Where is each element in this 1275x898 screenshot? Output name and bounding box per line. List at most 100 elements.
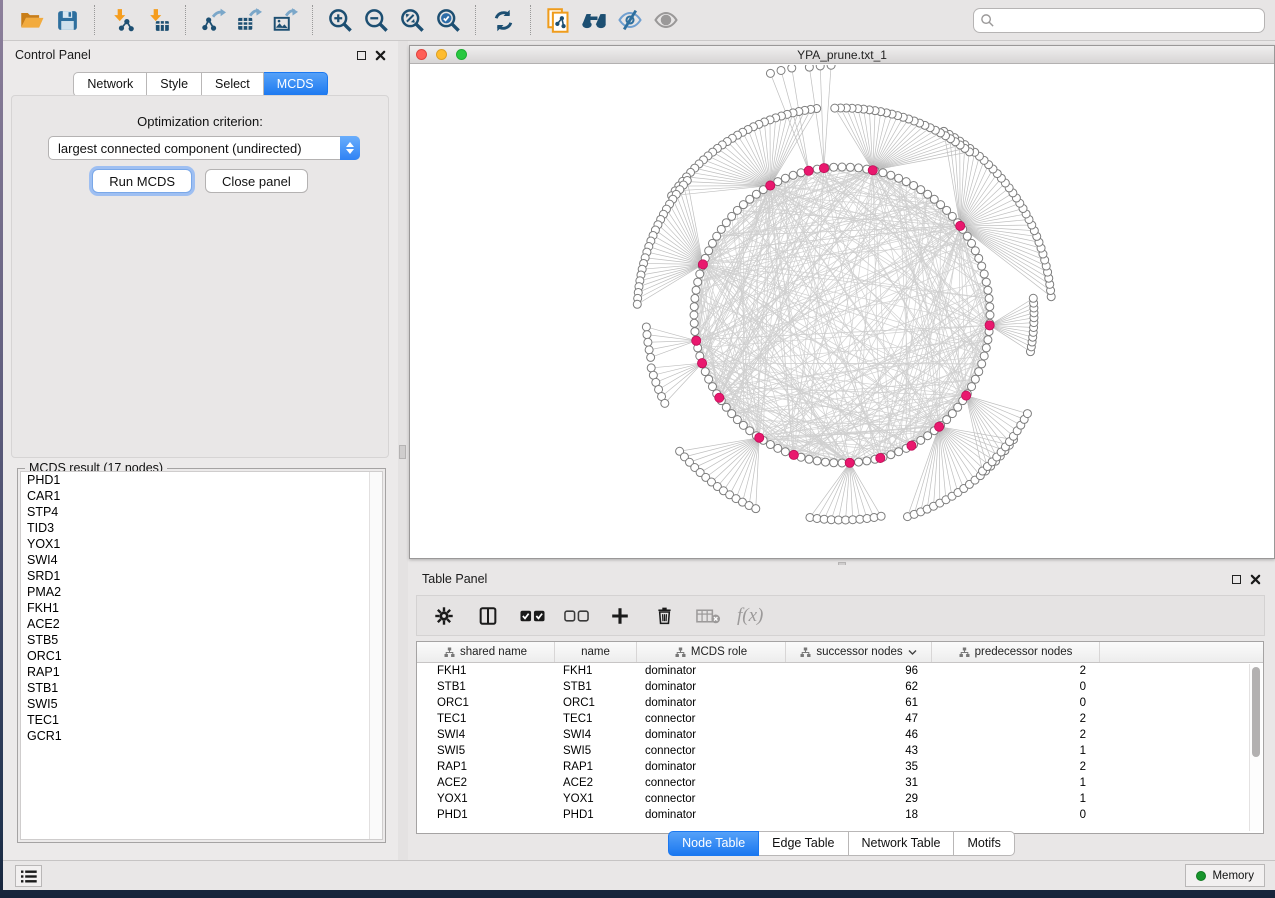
show-columns-icon[interactable] — [473, 601, 503, 631]
mcds-hub-node[interactable] — [698, 260, 707, 269]
zoom-fit-icon[interactable] — [394, 4, 430, 36]
mcds-hub-node[interactable] — [985, 321, 994, 330]
network-view-window[interactable]: YPA_prune.txt_1 — [409, 45, 1275, 559]
delete-column-icon[interactable] — [649, 601, 679, 631]
open-file-icon[interactable] — [13, 4, 49, 36]
table-row[interactable]: TEC1TEC1connector472 — [417, 711, 1263, 727]
table-options-icon[interactable] — [429, 601, 459, 631]
table-row[interactable]: PHD1PHD1dominator180 — [417, 807, 1263, 823]
mcds-result-item[interactable]: ORC1 — [21, 648, 382, 664]
add-column-icon[interactable] — [605, 601, 635, 631]
tab-select[interactable]: Select — [202, 72, 264, 97]
mcds-hub-node[interactable] — [697, 359, 706, 368]
refresh-icon[interactable] — [485, 4, 521, 36]
tab-node-table[interactable]: Node Table — [668, 831, 759, 856]
mcds-hub-node[interactable] — [934, 422, 943, 431]
mcds-hub-node[interactable] — [766, 181, 775, 190]
show-all-icon[interactable] — [648, 4, 684, 36]
export-table-icon[interactable] — [231, 4, 267, 36]
zoom-out-icon[interactable] — [358, 4, 394, 36]
mcds-result-item[interactable]: RAP1 — [21, 664, 382, 680]
mcds-hub-node[interactable] — [755, 433, 764, 442]
tab-mcds[interactable]: MCDS — [264, 72, 328, 97]
tab-style[interactable]: Style — [147, 72, 202, 97]
mcds-result-item[interactable]: STP4 — [21, 504, 382, 520]
export-image-icon[interactable] — [267, 4, 303, 36]
list-scrollbar[interactable] — [369, 472, 382, 839]
mcds-result-item[interactable]: PHD1 — [21, 472, 382, 488]
mcds-result-item[interactable]: SWI5 — [21, 696, 382, 712]
table-row[interactable]: SWI5SWI5connector431 — [417, 743, 1263, 759]
mcds-result-item[interactable]: GCR1 — [21, 728, 382, 744]
mcds-hub-node[interactable] — [804, 166, 813, 175]
clone-network-icon[interactable] — [540, 4, 576, 36]
column-header-predecessor-nodes[interactable]: predecessor nodes — [932, 642, 1100, 662]
save-session-icon[interactable] — [49, 4, 85, 36]
tab-network-table[interactable]: Network Table — [849, 831, 955, 856]
table-row[interactable]: ACE2ACE2connector311 — [417, 775, 1263, 791]
network-graph[interactable] — [410, 65, 1274, 558]
mcds-hub-node[interactable] — [692, 336, 701, 345]
task-history-button[interactable] — [15, 865, 42, 887]
tab-edge-table[interactable]: Edge Table — [759, 831, 848, 856]
criterion-dropdown[interactable]: largest connected component (undirected) — [48, 136, 360, 160]
table-scrollbar[interactable] — [1249, 664, 1262, 831]
mcds-result-item[interactable]: STB1 — [21, 680, 382, 696]
column-header-successor-nodes[interactable]: successor nodes — [786, 642, 932, 662]
node-table[interactable]: shared namenameMCDS rolesuccessor nodesp… — [416, 641, 1264, 834]
network-window-titlebar[interactable]: YPA_prune.txt_1 — [410, 46, 1274, 64]
column-header-shared-name[interactable]: shared name — [417, 642, 555, 662]
mcds-result-item[interactable]: FKH1 — [21, 600, 382, 616]
export-network-icon[interactable] — [195, 4, 231, 36]
mcds-result-item[interactable]: TEC1 — [21, 712, 382, 728]
mcds-result-item[interactable]: SRD1 — [21, 568, 382, 584]
zoom-in-icon[interactable] — [322, 4, 358, 36]
mcds-hub-node[interactable] — [845, 458, 854, 467]
column-header-MCDS-role[interactable]: MCDS role — [637, 642, 786, 662]
select-all-icon[interactable] — [517, 601, 547, 631]
memory-button[interactable]: Memory — [1185, 864, 1265, 887]
table-row[interactable]: STB1STB1dominator620 — [417, 679, 1263, 695]
mcds-hub-node[interactable] — [907, 441, 916, 450]
close-panel-button[interactable]: Close panel — [205, 169, 308, 193]
table-row[interactable]: RAP1RAP1dominator352 — [417, 759, 1263, 775]
zoom-selected-icon[interactable] — [430, 4, 466, 36]
tab-motifs[interactable]: Motifs — [954, 831, 1014, 856]
mcds-result-list[interactable]: PHD1CAR1STP4TID3YOX1SWI4SRD1PMA2FKH1ACE2… — [20, 471, 383, 840]
table-row[interactable]: YOX1YOX1connector291 — [417, 791, 1263, 807]
import-network-icon[interactable] — [104, 4, 140, 36]
vertical-splitter[interactable] — [398, 41, 408, 860]
mcds-result-item[interactable]: SWI4 — [21, 552, 382, 568]
mcds-result-item[interactable]: CAR1 — [21, 488, 382, 504]
mcds-result-item[interactable]: STB5 — [21, 632, 382, 648]
close-panel-icon[interactable] — [375, 50, 386, 61]
search-input[interactable] — [995, 12, 1258, 28]
global-search-field[interactable] — [973, 8, 1265, 33]
mcds-hub-node[interactable] — [956, 221, 965, 230]
deselect-all-icon[interactable] — [561, 601, 591, 631]
mcds-result-item[interactable]: TID3 — [21, 520, 382, 536]
float-panel-icon[interactable] — [357, 51, 366, 60]
network-canvas[interactable] — [410, 65, 1274, 558]
mcds-result-item[interactable]: YOX1 — [21, 536, 382, 552]
mcds-result-item[interactable]: ACE2 — [21, 616, 382, 632]
mcds-hub-node[interactable] — [962, 391, 971, 400]
hide-selected-icon[interactable] — [612, 4, 648, 36]
mcds-hub-node[interactable] — [876, 453, 885, 462]
splitter-handle[interactable] — [399, 445, 406, 459]
float-panel-icon[interactable] — [1232, 575, 1241, 584]
column-header-name[interactable]: name — [555, 642, 637, 662]
mcds-hub-node[interactable] — [789, 450, 798, 459]
table-scrollbar-thumb[interactable] — [1252, 667, 1260, 757]
mcds-hub-node[interactable] — [819, 164, 828, 173]
search-network-icon[interactable] — [576, 4, 612, 36]
run-mcds-button[interactable]: Run MCDS — [92, 169, 192, 193]
mcds-hub-node[interactable] — [715, 393, 724, 402]
table-row[interactable]: SWI4SWI4dominator462 — [417, 727, 1263, 743]
mcds-result-item[interactable]: PMA2 — [21, 584, 382, 600]
table-row[interactable]: FKH1FKH1dominator962 — [417, 663, 1263, 679]
close-panel-icon[interactable] — [1250, 574, 1261, 585]
tab-network[interactable]: Network — [73, 72, 147, 97]
import-table-icon[interactable] — [140, 4, 176, 36]
table-row[interactable]: ORC1ORC1dominator610 — [417, 695, 1263, 711]
